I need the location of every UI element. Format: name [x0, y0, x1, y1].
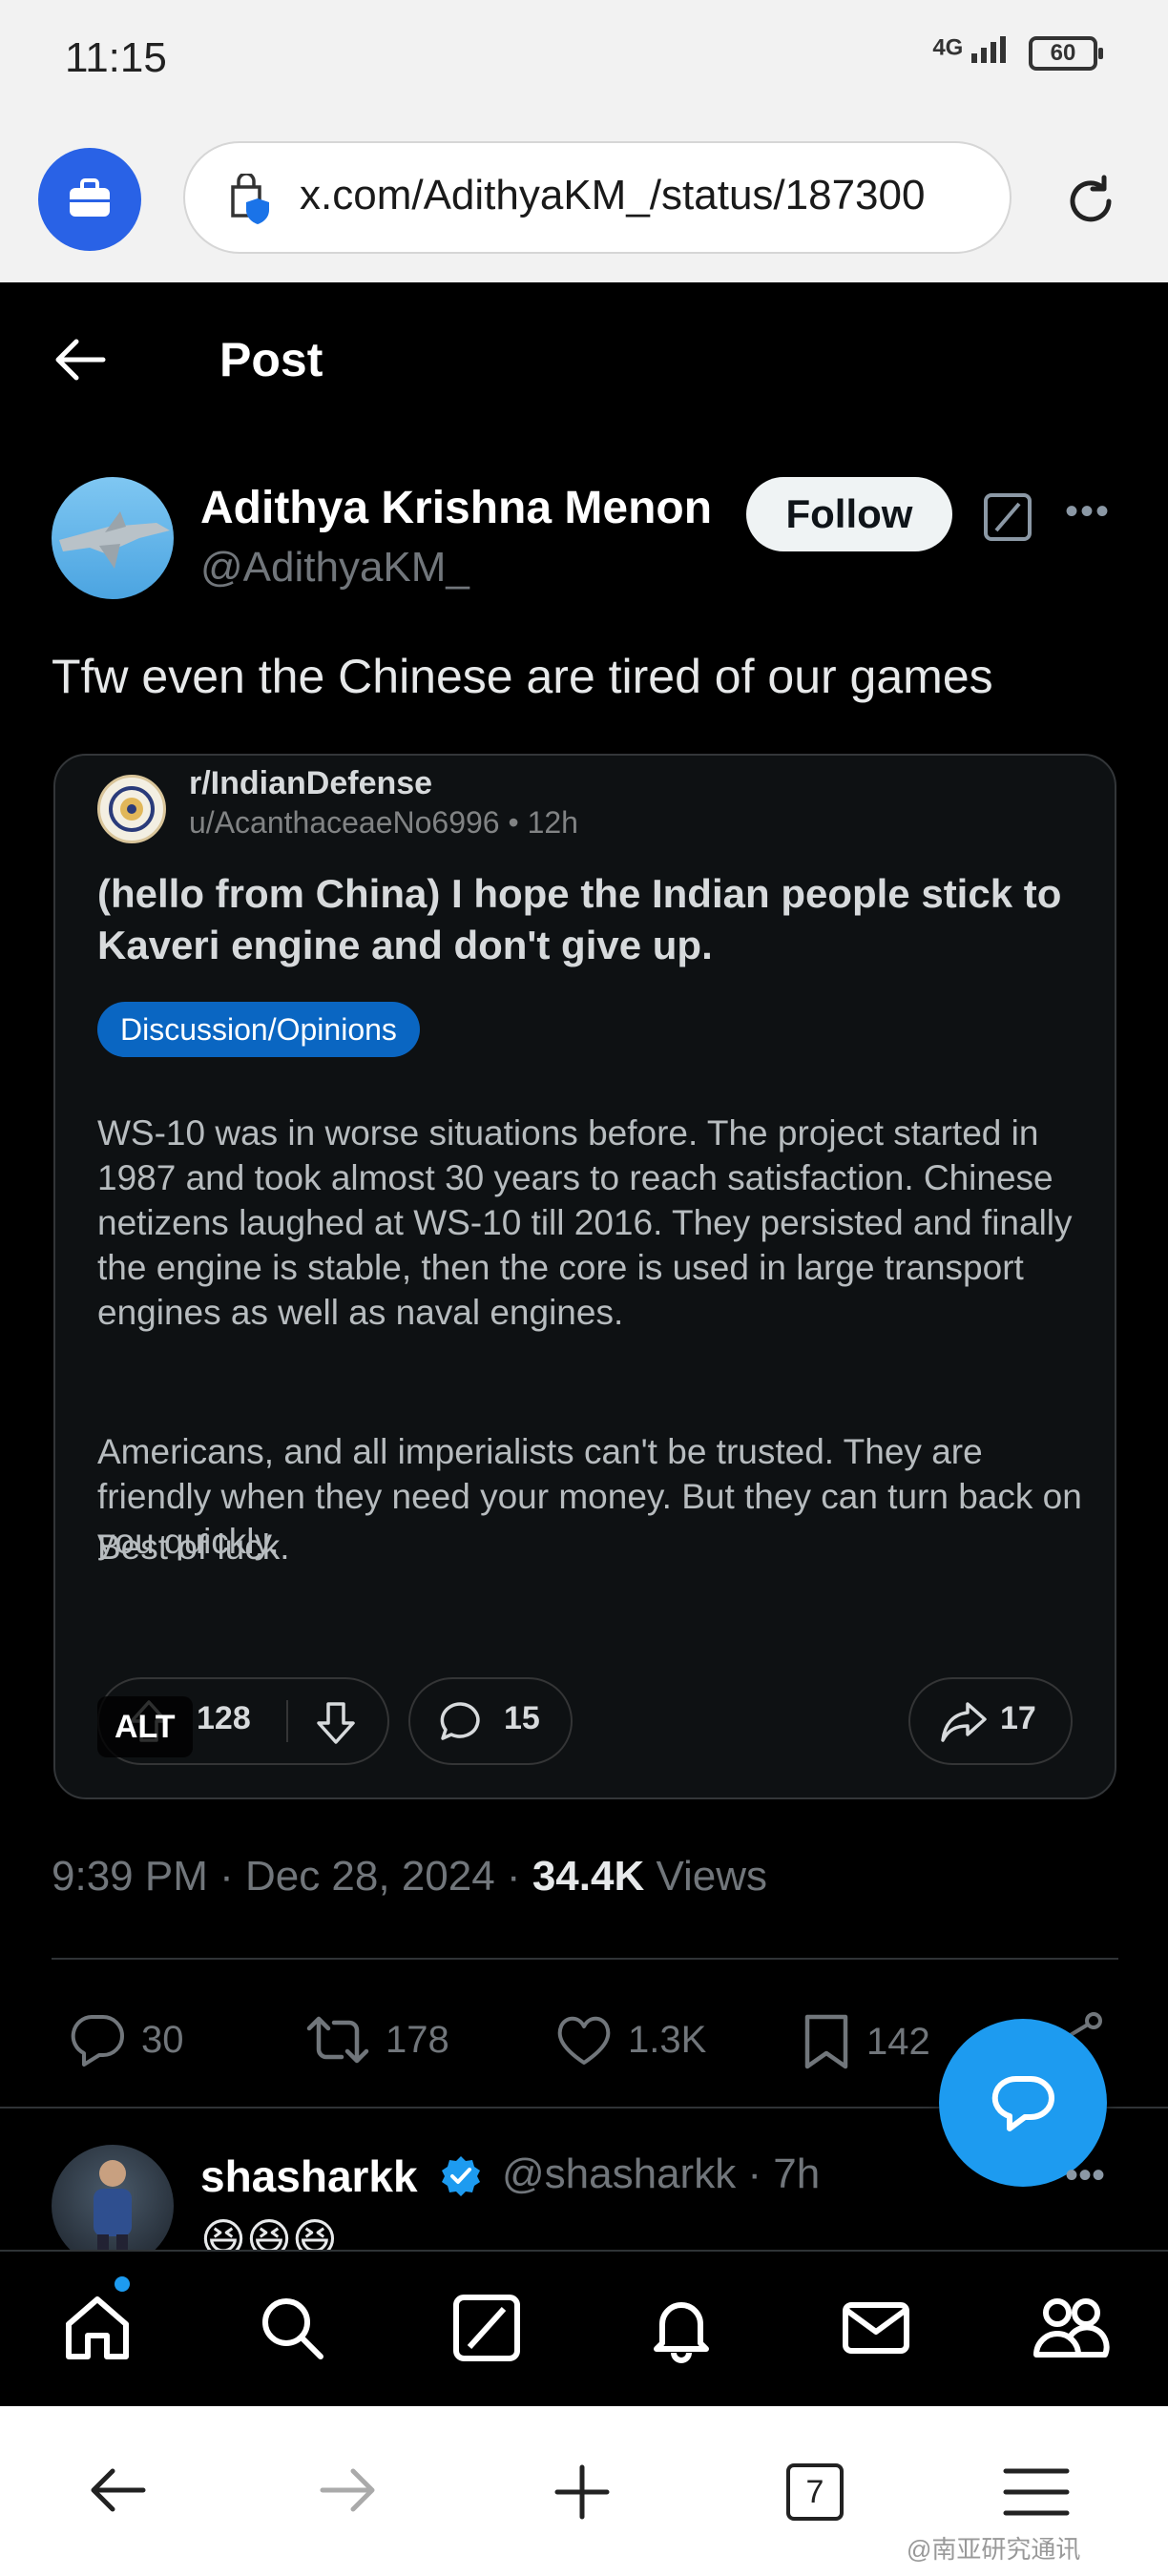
search-icon[interactable] [254, 2290, 330, 2371]
share-pill [908, 1677, 1073, 1765]
post-timestamp: 9:39 PM · Dec 28, 2024 · 34.4K Views [52, 1853, 767, 1901]
network-signal-icon: 4G [932, 34, 1015, 63]
page-title: Post [219, 333, 323, 386]
home-icon[interactable] [59, 2290, 136, 2371]
url-text: x.com/AdithyaKM_/status/187300 [300, 172, 926, 218]
views-count: 34.4K [532, 1853, 645, 1900]
reply-author-name[interactable]: shasharkk [200, 2150, 418, 2202]
reload-icon[interactable] [1059, 170, 1122, 238]
subreddit-icon [97, 775, 166, 843]
heart-icon [557, 2016, 611, 2065]
battery-icon: 60 [1029, 36, 1103, 71]
new-tab-icon[interactable] [552, 2462, 613, 2527]
browser-forward-icon[interactable] [317, 2462, 380, 2524]
notifications-icon[interactable] [643, 2290, 720, 2371]
grok-nav-icon[interactable] [448, 2290, 525, 2371]
post-text: Tfw even the Chinese are tired of our ga… [52, 650, 993, 703]
verified-badge-icon [439, 2154, 483, 2203]
vote-divider [286, 1700, 288, 1742]
reddit-comment-count: 15 [504, 1700, 540, 1736]
repost-action[interactable]: 178 [303, 2011, 449, 2068]
communities-icon[interactable] [1031, 2290, 1111, 2371]
reddit-share-count: 17 [1000, 1700, 1036, 1736]
vote-count: 128 [197, 1700, 251, 1736]
reply-action[interactable]: 30 [67, 2011, 184, 2068]
timestamp-text: 9:39 PM · Dec 28, 2024 · [52, 1853, 532, 1900]
tab-count-button[interactable]: 7 [786, 2463, 844, 2521]
bookmark-count: 142 [866, 2020, 930, 2063]
messages-icon[interactable] [838, 2290, 914, 2371]
author-name[interactable]: Adithya Krishna Menon [200, 482, 712, 534]
briefcase-icon[interactable] [38, 148, 141, 251]
reddit-share-icon [941, 1702, 987, 1742]
like-action[interactable]: 1.3K [553, 2011, 706, 2068]
watermark: @南亚研究通讯 [907, 2535, 1081, 2564]
repost-icon [306, 2016, 369, 2064]
address-bar[interactable]: x.com/AdithyaKM_/status/187300 [183, 141, 1012, 254]
grok-icon[interactable] [983, 492, 1032, 547]
embedded-image-card[interactable]: r/IndianDefense u/AcanthaceaeNo6996 • 12… [53, 754, 1116, 1799]
flair-badge: Discussion/Opinions [97, 1002, 420, 1057]
chat-bubble-icon [991, 2075, 1054, 2131]
author-handle[interactable]: @AdithyaKM_ [200, 544, 469, 592]
reddit-comment-icon [440, 1702, 480, 1740]
reddit-paragraph: Best of luck. [97, 1527, 290, 1567]
reply-count: 30 [141, 2018, 184, 2061]
views-label: Views [644, 1853, 768, 1900]
status-time: 11:15 [65, 34, 167, 81]
alt-badge[interactable]: ALT [97, 1696, 193, 1757]
bookmark-icon [804, 2014, 848, 2069]
bottom-nav [0, 2250, 1168, 2406]
more-options-icon[interactable]: ••• [1065, 490, 1111, 533]
follow-button[interactable]: Follow [746, 477, 952, 551]
reply-more-icon[interactable]: ••• [1065, 2154, 1105, 2197]
reply-avatar[interactable] [52, 2145, 174, 2267]
battery-level: 60 [1050, 40, 1076, 66]
subreddit-name: r/IndianDefense [189, 765, 433, 801]
author-avatar[interactable] [52, 477, 174, 599]
repost-count: 178 [386, 2018, 449, 2061]
reddit-post-title: (hello from China) I hope the Indian peo… [97, 871, 1062, 967]
reply-meta: @shasharkk · 7h [502, 2150, 821, 2197]
comment-pill [408, 1677, 573, 1765]
menu-icon[interactable] [1002, 2465, 1071, 2524]
network-label: 4G [932, 34, 964, 61]
divider [52, 1958, 1118, 1960]
site-security-icon[interactable] [223, 172, 277, 232]
bookmark-action[interactable]: 142 [800, 2011, 930, 2072]
downvote-icon [317, 1702, 355, 1744]
like-count: 1.3K [628, 2018, 707, 2061]
back-arrow-icon[interactable] [53, 336, 107, 388]
browser-back-icon[interactable] [86, 2462, 149, 2524]
reddit-user-time: u/AcanthaceaeNo6996 • 12h [189, 805, 578, 840]
reddit-paragraph: WS-10 was in worse situations before. Th… [97, 1113, 1073, 1332]
reply-icon [71, 2015, 124, 2067]
